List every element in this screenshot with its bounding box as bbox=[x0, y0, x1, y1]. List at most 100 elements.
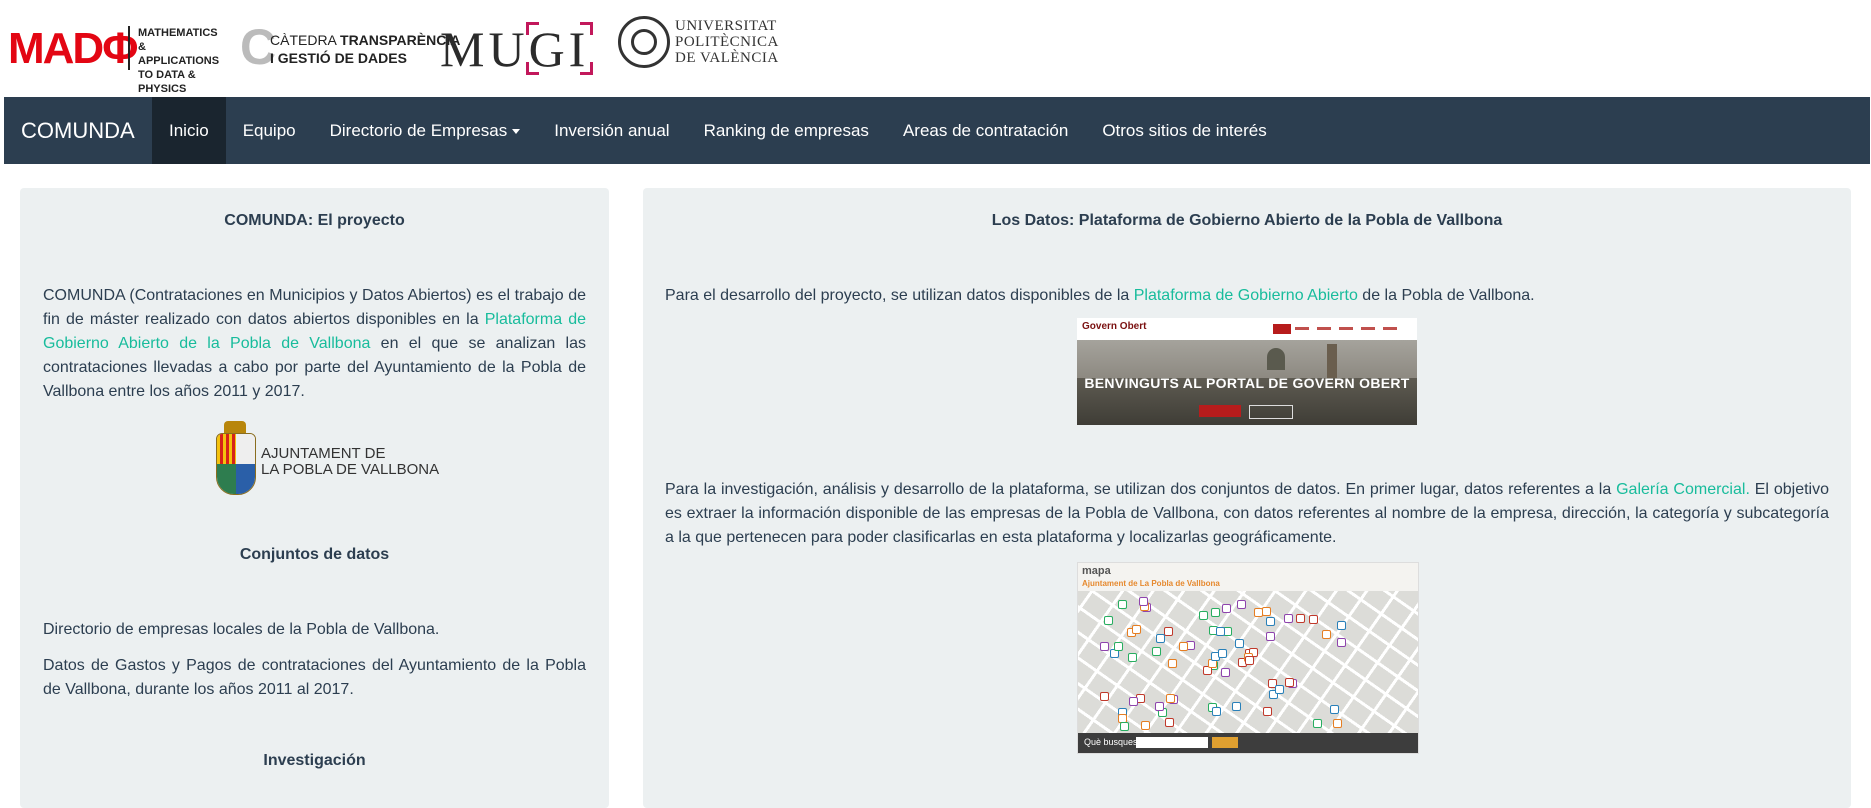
map-pin-icon bbox=[1132, 625, 1141, 635]
nav-item-ranking-empresas[interactable]: Ranking de empresas bbox=[687, 97, 886, 164]
map-pin-icon bbox=[1220, 667, 1230, 677]
madf-logo-separator bbox=[128, 26, 130, 70]
map-pin-icon bbox=[1210, 608, 1220, 618]
map-pin-icon bbox=[1265, 616, 1275, 626]
map-pin-icon bbox=[1128, 652, 1138, 662]
plataforma-gobierno-link[interactable]: Plataforma de Gobierno Abierto bbox=[1134, 287, 1358, 304]
map-pin-icon bbox=[1178, 642, 1188, 652]
mugi-logo-text: MUGI bbox=[440, 21, 590, 77]
map-pin-icon bbox=[1336, 637, 1346, 647]
mugi-bracket-icon bbox=[580, 62, 593, 75]
nav-item-areas-contratacion[interactable]: Areas de contratación bbox=[886, 97, 1085, 164]
screenshot-sky bbox=[1077, 340, 1417, 380]
nav-item-inicio[interactable]: Inicio bbox=[152, 97, 226, 164]
map-pin-icon bbox=[1139, 597, 1149, 607]
map-pin-icon bbox=[1234, 638, 1244, 648]
madf-logo[interactable]: MADΦ MATHEMATICS & APPLICATIONS TO DATA … bbox=[8, 20, 228, 95]
church-dome-shape bbox=[1267, 348, 1285, 370]
map-pin-icon bbox=[1322, 630, 1332, 640]
catedra-word: CÀTEDRA bbox=[270, 32, 337, 48]
map-pin-icon bbox=[1244, 656, 1254, 666]
map-pin-icon bbox=[1329, 705, 1339, 715]
project-panel: COMUNDA: El proyecto COMUNDA (Contrataci… bbox=[20, 188, 609, 808]
upv-line: POLITÈCNICA bbox=[675, 34, 779, 50]
project-title: COMUNDA: El proyecto bbox=[224, 212, 405, 229]
map-pin-icon bbox=[1099, 642, 1109, 652]
map-pin-icon bbox=[1236, 600, 1246, 610]
map-pin-icon bbox=[1118, 599, 1128, 609]
map-pin-icon bbox=[1308, 615, 1318, 625]
nav-item-directorio-empresas[interactable]: Directorio de Empresas bbox=[313, 97, 538, 164]
map-pin-icon bbox=[1262, 606, 1272, 616]
map-pin-icon bbox=[1165, 693, 1175, 703]
nav-item-equipo[interactable]: Equipo bbox=[226, 97, 313, 164]
map-pin-icon bbox=[1104, 616, 1114, 626]
ayto-line: AJUNTAMENT DE bbox=[261, 445, 386, 462]
dataset-item: Datos de Gastos y Pagos de contratacione… bbox=[43, 657, 586, 698]
map-search-label: Què busques? bbox=[1084, 737, 1143, 747]
upv-line: UNIVERSITAT bbox=[675, 18, 777, 34]
navbar-items: Inicio Equipo Directorio de Empresas Inv… bbox=[152, 97, 1284, 164]
map-pin-icon bbox=[1164, 717, 1174, 727]
map-pin-icon bbox=[1312, 719, 1322, 728]
catedra-logo[interactable]: C CÀTEDRA TRANSPARÈNCIA I GESTIÓ DE DADE… bbox=[240, 22, 460, 74]
data-paragraph-1: Para el desarrollo del proyecto, se util… bbox=[665, 284, 1829, 308]
map-pin-icon bbox=[1129, 696, 1139, 706]
map-pin-icon bbox=[1212, 706, 1222, 716]
galeria-comercial-link[interactable]: Galería Comercial. bbox=[1616, 481, 1750, 498]
map-pin-icon bbox=[1198, 610, 1208, 620]
caret-down-icon bbox=[512, 129, 521, 135]
madf-logo-mark: MADΦ bbox=[8, 24, 138, 73]
madf-line: MATHEMATICS bbox=[138, 27, 218, 39]
map-pin-icon bbox=[1263, 706, 1273, 716]
upv-logo[interactable]: UNIVERSITAT POLITÈCNICA DE VALÈNCIA bbox=[618, 16, 788, 72]
navbar-brand[interactable]: COMUNDA bbox=[21, 97, 135, 164]
datasets-title: Conjuntos de datos bbox=[239, 546, 390, 563]
nav-item-inversion-anual[interactable]: Inversión anual bbox=[537, 97, 686, 164]
mapa-comercial-screenshot: mapa Ajuntament de La Pobla de Vallbona … bbox=[1077, 562, 1419, 754]
mugi-bracket-icon bbox=[526, 22, 539, 35]
govern-obert-brand: Govern Obert bbox=[1082, 321, 1147, 332]
screenshot-button bbox=[1249, 405, 1293, 419]
p2-text: Para la investigación, análisis y desarr… bbox=[665, 481, 1617, 498]
map-pin-icon bbox=[1100, 692, 1110, 702]
map-search-button bbox=[1212, 737, 1238, 748]
mugi-bracket-icon bbox=[526, 62, 539, 75]
p1-text: Para el desarrollo del proyecto, se util… bbox=[665, 287, 1134, 304]
dataset-item: Directorio de empresas locales de la Pob… bbox=[43, 621, 440, 638]
nav-item-label: Directorio de Empresas bbox=[329, 121, 508, 140]
map-title: mapa bbox=[1082, 565, 1111, 577]
main-navbar: COMUNDA Inicio Equipo Directorio de Empr… bbox=[4, 97, 1870, 164]
map-pin-icon bbox=[1336, 620, 1346, 630]
upv-line: DE VALÈNCIA bbox=[675, 50, 779, 66]
map-search-bar: Què busques? bbox=[1078, 733, 1418, 753]
ayto-line: LA POBLA DE VALLBONA bbox=[261, 461, 440, 478]
upv-logo-text: UNIVERSITAT POLITÈCNICA DE VALÈNCIA bbox=[675, 18, 779, 66]
map-pin-icon bbox=[1114, 641, 1124, 651]
map-pin-icon bbox=[1332, 719, 1342, 729]
map-pin-icon bbox=[1232, 701, 1242, 711]
map-area bbox=[1078, 591, 1418, 733]
screenshot-nav bbox=[1295, 327, 1405, 330]
map-pin-icon bbox=[1215, 626, 1225, 636]
research-title: Investigación bbox=[263, 752, 366, 769]
map-pin-icon bbox=[1140, 721, 1150, 731]
screenshot-nav-active bbox=[1273, 324, 1291, 334]
ayuntamiento-logo: AJUNTAMENT DE LA POBLA DE VALLBONA bbox=[216, 421, 440, 495]
map-pin-icon bbox=[1164, 626, 1173, 636]
map-pin-icon bbox=[1217, 649, 1227, 659]
nav-item-otros-sitios[interactable]: Otros sitios de interés bbox=[1085, 97, 1283, 164]
p1-text: de la Pobla de Vallbona. bbox=[1357, 287, 1535, 304]
mugi-bracket-icon bbox=[580, 22, 593, 35]
map-pin-icon bbox=[1254, 607, 1263, 617]
logo-bar: MADΦ MATHEMATICS & APPLICATIONS TO DATA … bbox=[0, 0, 1871, 96]
govern-obert-heading: BENVINGUTS AL PORTAL DE GOVERN OBERT bbox=[1084, 375, 1410, 391]
church-tower-shape bbox=[1327, 344, 1337, 378]
project-intro: COMUNDA (Contrataciones en Municipios y … bbox=[43, 284, 586, 404]
madf-line: TO DATA & PHYSICS bbox=[138, 69, 196, 95]
mugi-logo[interactable]: MUGI bbox=[440, 20, 596, 78]
data-title: Los Datos: Plataforma de Gobierno Abiert… bbox=[991, 212, 1503, 229]
map-subtitle: Ajuntament de La Pobla de Vallbona bbox=[1082, 579, 1220, 588]
data-paragraph-2: Para la investigación, análisis y desarr… bbox=[665, 478, 1829, 550]
madf-logo-text: MATHEMATICS & APPLICATIONS TO DATA & PHY… bbox=[138, 26, 228, 96]
